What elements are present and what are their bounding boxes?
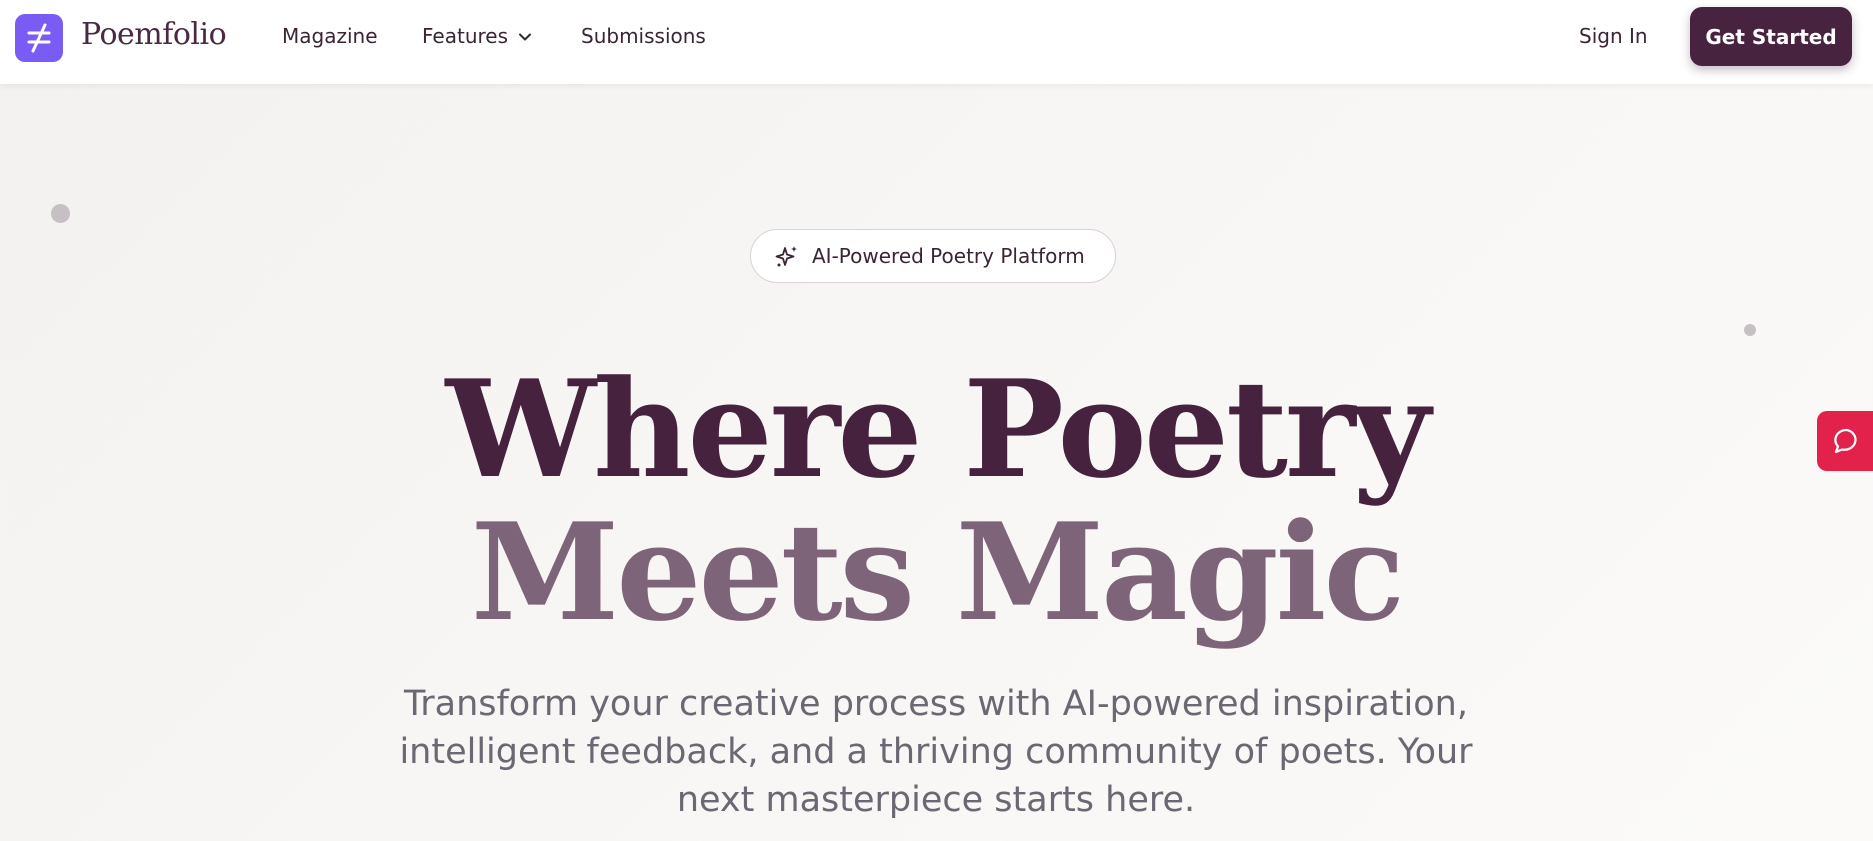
chat-bubble-icon [1834,428,1857,454]
nav-link-features[interactable]: Features [422,24,508,48]
badge-label: AI-Powered Poetry Platform [812,244,1085,268]
chat-widget-button[interactable] [1817,411,1873,471]
headline-line-1: Where Poetry [445,350,1431,508]
sign-in-link[interactable]: Sign In [1579,24,1648,48]
decorative-dot [1744,324,1756,336]
sparkles-icon [775,246,797,267]
hero-badge: AI-Powered Poetry Platform [750,229,1116,283]
logo[interactable] [15,14,63,62]
decorative-dot [51,204,70,223]
chevron-down-icon[interactable] [517,29,533,45]
get-started-button[interactable]: Get Started [1690,7,1852,66]
headline-line-2: Meets Magic [470,493,1405,651]
nav-link-submissions[interactable]: Submissions [581,24,706,48]
hero-subtitle: Transform your creative process with AI-… [399,684,1473,820]
navbar: Poemfolio Magazine Features Submissions … [0,0,1873,84]
not-equal-icon [27,23,51,53]
brand-name[interactable]: Poemfolio [81,17,227,52]
nav-link-magazine[interactable]: Magazine [282,24,378,48]
